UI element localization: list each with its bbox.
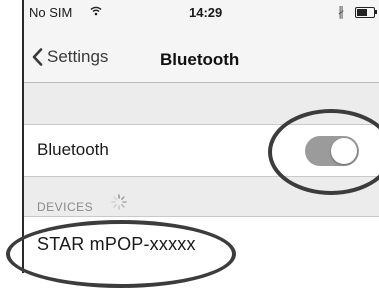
device-highlight-ellipse <box>6 220 236 288</box>
battery-fill <box>357 9 367 16</box>
status-bar: No SIM 14:29 ∦ <box>24 0 379 24</box>
chevron-left-icon <box>32 48 43 66</box>
navigation-bar: Settings Bluetooth <box>24 44 379 78</box>
carrier-label: No SIM <box>29 5 73 20</box>
battery-tip <box>375 10 377 14</box>
loading-spinner-icon <box>111 194 127 210</box>
back-button[interactable]: Settings <box>32 47 108 67</box>
page-title: Bluetooth <box>160 50 240 69</box>
bluetooth-row-label: Bluetooth <box>37 140 109 159</box>
top-bar: No SIM 14:29 ∦ Settings Bluetooth <box>24 0 379 83</box>
status-time: 14:29 <box>189 5 223 20</box>
bluetooth-icon: ∦ <box>338 4 345 19</box>
devices-section-header: DEVICES <box>37 200 94 214</box>
battery-icon <box>355 7 375 18</box>
back-button-label: Settings <box>47 47 109 66</box>
wifi-icon <box>90 5 102 16</box>
